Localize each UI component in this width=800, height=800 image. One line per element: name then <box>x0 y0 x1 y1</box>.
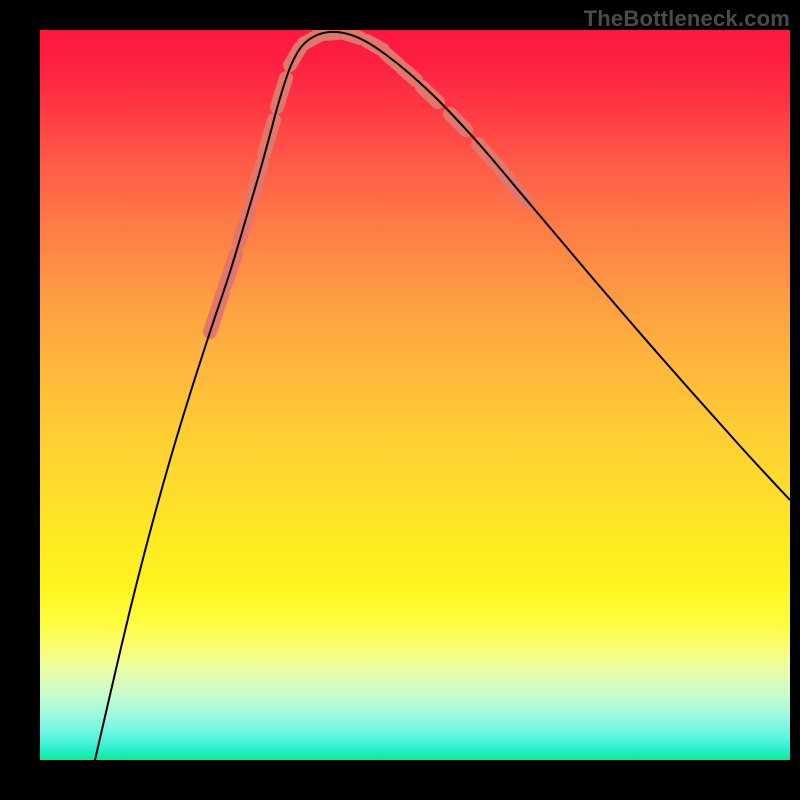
watermark-text: TheBottleneck.com <box>584 6 790 32</box>
highlight-dash <box>422 87 438 102</box>
bottleneck-curve <box>95 32 790 760</box>
chart-frame: TheBottleneck.com <box>0 0 800 800</box>
curve-svg <box>40 30 790 760</box>
plot-area <box>40 30 790 760</box>
